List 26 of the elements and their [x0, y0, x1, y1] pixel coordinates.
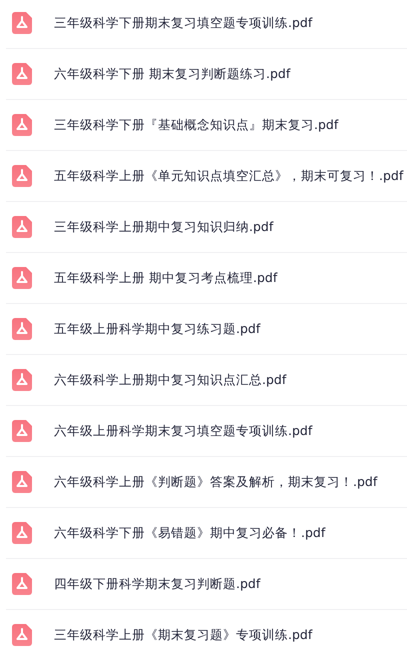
file-name[interactable]: 五年级科学上册《单元知识点填空汇总》，期末可复习！.pdf	[54, 168, 404, 184]
file-name[interactable]: 三年级科学下册『基础概念知识点』期末复习.pdf	[54, 116, 338, 134]
file-name[interactable]: 三年级科学下册期末复习填空题专项训练.pdf	[54, 14, 312, 32]
file-name[interactable]: 六年级科学下册 期末复习判断题练习.pdf	[54, 66, 290, 82]
pdf-icon	[12, 318, 32, 340]
pdf-icon	[12, 522, 32, 544]
pdf-icon	[12, 63, 32, 85]
pdf-icon	[12, 573, 32, 595]
pdf-icon	[12, 369, 32, 391]
pdf-icon	[12, 420, 32, 442]
file-name[interactable]: 四年级下册科学期末复习判断题.pdf	[54, 576, 260, 592]
pdf-icon	[12, 471, 32, 493]
file-name[interactable]: 六年级上册科学期末复习填空题专项训练.pdf	[54, 422, 312, 440]
file-name[interactable]: 六年级科学上册期中复习知识点汇总.pdf	[54, 372, 286, 388]
pdf-icon	[12, 114, 32, 136]
file-name[interactable]: 五年级上册科学期中复习练习题.pdf	[54, 320, 260, 338]
file-name[interactable]: 三年级科学上册《期末复习题》专项训练.pdf	[54, 626, 312, 644]
pdf-icon	[12, 165, 32, 187]
pdf-icon	[12, 216, 32, 238]
pdf-icon	[12, 267, 32, 289]
file-name[interactable]: 六年级科学下册《易错题》期中复习必备！.pdf	[54, 524, 326, 542]
pdf-icon	[12, 12, 32, 34]
file-name[interactable]: 五年级科学上册 期中复习考点梳理.pdf	[54, 270, 278, 286]
pdf-icon	[12, 624, 32, 646]
file-name[interactable]: 六年级科学上册《判断题》答案及解析，期末复习！.pdf	[54, 474, 378, 490]
file-name[interactable]: 三年级科学上册期中复习知识归纳.pdf	[54, 218, 274, 236]
